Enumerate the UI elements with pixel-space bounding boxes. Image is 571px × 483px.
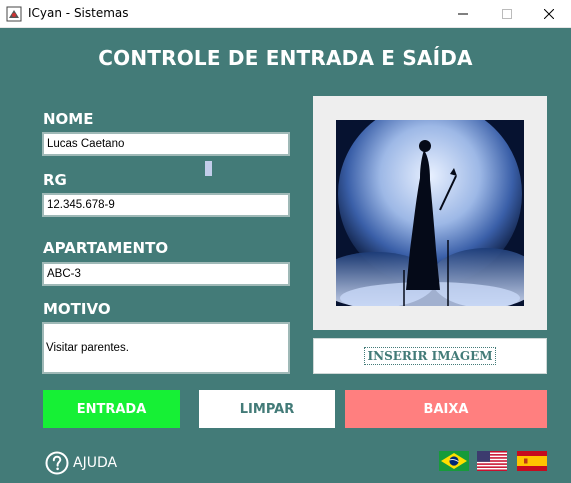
help-label: AJUDA: [73, 455, 118, 471]
visitor-photo: [336, 120, 524, 306]
cursor-indicator: [205, 161, 212, 176]
apartamento-label: APARTAMENTO: [43, 239, 169, 257]
entrada-button[interactable]: ENTRADA: [43, 390, 180, 428]
title-bar: ICyan - Sistemas: [0, 0, 571, 28]
minimize-icon: [458, 13, 468, 15]
apartamento-input[interactable]: [42, 262, 290, 286]
close-icon: [544, 9, 554, 19]
help-icon: [45, 451, 69, 475]
page-title: CONTROLE DE ENTRADA E SAÍDA: [98, 46, 473, 70]
nome-label: NOME: [43, 110, 94, 128]
rg-input[interactable]: [42, 193, 290, 217]
minimize-button[interactable]: [441, 0, 485, 28]
photo-frame: [313, 96, 547, 330]
baixa-button[interactable]: BAIXA: [345, 390, 547, 428]
motivo-textarea[interactable]: Visitar parentes.: [42, 322, 290, 374]
maximize-icon: [502, 9, 512, 19]
maximize-button[interactable]: [485, 0, 529, 28]
close-button[interactable]: [527, 0, 571, 28]
limpar-button[interactable]: LIMPAR: [199, 390, 335, 428]
usa-flag-icon[interactable]: [477, 451, 507, 471]
insert-image-label: INSERIR IMAGEM: [364, 347, 496, 365]
nome-input[interactable]: [42, 132, 290, 156]
rg-label: RG: [43, 171, 67, 189]
spain-flag-icon[interactable]: [517, 451, 547, 471]
app-icon: [6, 6, 22, 22]
motivo-label: MOTIVO: [43, 300, 111, 318]
main-panel: CONTROLE DE ENTRADA E SAÍDA NOME RG APAR…: [0, 28, 571, 483]
help-button[interactable]: AJUDA: [45, 450, 117, 476]
window-title: ICyan - Sistemas: [28, 6, 129, 20]
insert-image-button[interactable]: INSERIR IMAGEM: [313, 338, 547, 374]
brazil-flag-icon[interactable]: [439, 451, 469, 471]
